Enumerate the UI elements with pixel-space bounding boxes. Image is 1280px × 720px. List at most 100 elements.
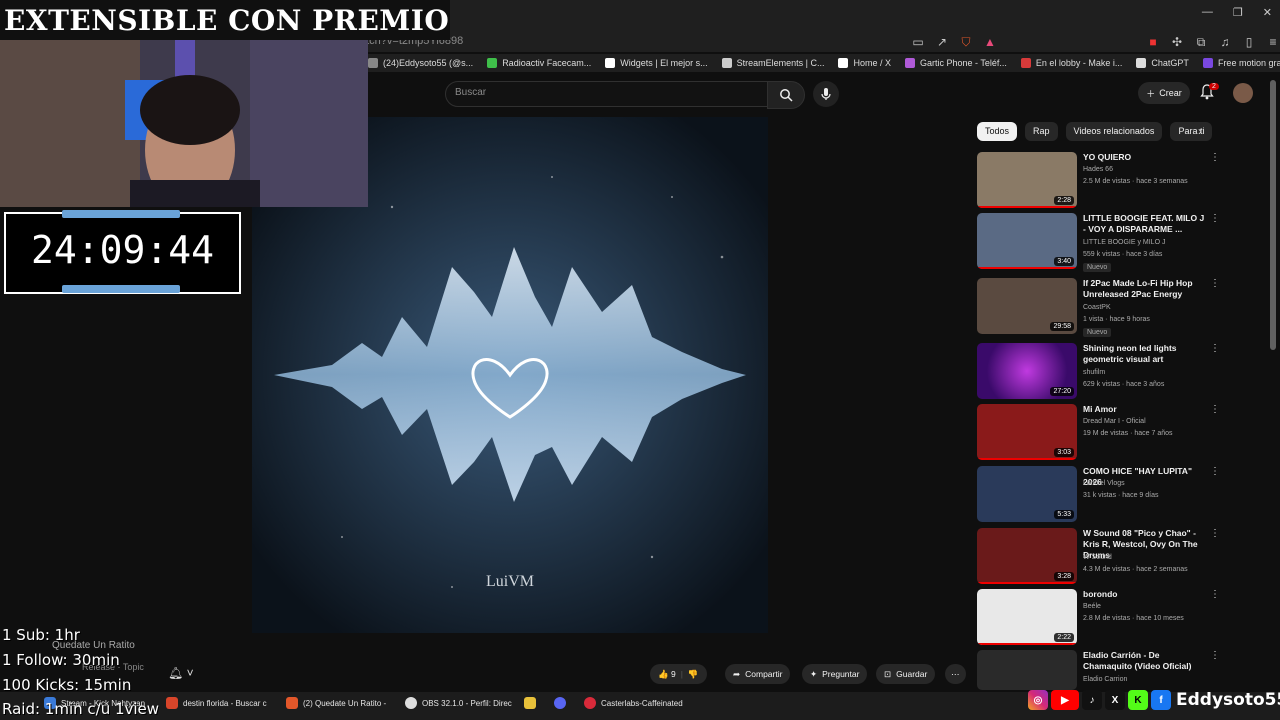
more-actions-button[interactable]: ⋯ — [945, 664, 966, 684]
menu-icon[interactable]: ≡ — [1265, 34, 1280, 50]
video-thumbnail[interactable]: 3:28 — [977, 528, 1077, 584]
chip-rap[interactable]: Rap — [1025, 122, 1058, 141]
notification-count-badge: 2 — [1209, 83, 1219, 90]
dislike-icon[interactable]: 👎 — [688, 669, 699, 680]
bookmark-save-icon: ⊡ — [884, 668, 892, 679]
recommendation-item[interactable]: 5:33 COMO HICE "HAY LUPITA" 2026 Lomiiel… — [977, 466, 1227, 524]
tab-search-icon[interactable]: ⧉ — [1193, 34, 1209, 50]
taskbar-item[interactable]: (2) Quedate Un Ratito - — [286, 697, 386, 709]
extension-icon[interactable]: ■ — [1145, 34, 1161, 50]
brave-shield-icon[interactable]: ⛉ — [958, 34, 974, 50]
channel-name[interactable]: Dread Mar I - Oficial — [1083, 418, 1146, 425]
recommendation-title[interactable]: YO QUIERO — [1083, 152, 1209, 163]
recommendation-item[interactable]: 2:28 YO QUIERO Hades 66 2.5 M de vistas … — [977, 152, 1227, 210]
chevron-right-icon[interactable]: › — [1198, 124, 1202, 138]
cast-icon[interactable]: ▭ — [910, 34, 926, 50]
channel-name[interactable]: W Sound — [1083, 554, 1112, 561]
channel-name[interactable]: CoastPK — [1083, 304, 1111, 311]
search-button[interactable] — [767, 81, 805, 109]
minimize-icon[interactable]: — — [1202, 6, 1213, 19]
video-thumbnail[interactable]: 2:28 — [977, 152, 1077, 208]
scrollbar[interactable] — [1270, 80, 1276, 350]
duration-badge: 5:33 — [1054, 510, 1074, 519]
channel-name[interactable]: Beéle — [1083, 603, 1101, 610]
more-options-icon[interactable]: ⋮ — [1210, 528, 1220, 539]
more-options-icon[interactable]: ⋮ — [1210, 278, 1220, 289]
recommendation-title[interactable]: Mi Amor — [1083, 404, 1209, 415]
video-thumbnail[interactable]: 3:40 — [977, 213, 1077, 269]
recommendation-item[interactable]: 29:58 If 2Pac Made Lo-Fi Hip Hop Unrelea… — [977, 278, 1227, 337]
more-options-icon[interactable]: ⋮ — [1210, 650, 1220, 661]
watch-progress — [977, 643, 1077, 645]
video-thumbnail[interactable]: 27:20 — [977, 343, 1077, 399]
taskbar-item[interactable]: OBS 32.1.0 - Perfil: Direc — [405, 697, 512, 709]
channel-name[interactable]: Eladio Carrion — [1083, 676, 1127, 683]
ask-button[interactable]: ✦ Preguntar — [802, 664, 868, 684]
share-button[interactable]: ➦ Compartir — [725, 664, 791, 684]
taskbar-item[interactable] — [524, 697, 536, 709]
subscribe-bell-icon[interactable]: 🔔︎ ˅ — [168, 666, 194, 680]
search-input[interactable] — [445, 81, 769, 107]
bookmark-item[interactable]: Home / X — [838, 58, 891, 68]
recommendation-title[interactable]: Eladio Carrión - De Chamaquito (Video Of… — [1083, 650, 1209, 672]
bookmark-item[interactable]: ChatGPT — [1136, 58, 1189, 68]
duration-badge: 29:58 — [1050, 322, 1074, 331]
video-thumbnail[interactable]: 5:33 — [977, 466, 1077, 522]
more-options-icon[interactable]: ⋮ — [1210, 152, 1220, 163]
recommendation-item[interactable]: Eladio Carrión - De Chamaquito (Video Of… — [977, 650, 1227, 690]
video-thumbnail[interactable] — [977, 650, 1077, 690]
chip-for-you[interactable]: Para ti — [1170, 122, 1213, 141]
recommendation-item[interactable]: 3:40 LITTLE BOOGIE FEAT. MILO J - VOY A … — [977, 213, 1227, 272]
channel-name[interactable]: shufilm — [1083, 369, 1105, 376]
bookmark-item[interactable]: En el lobby - Make i... — [1020, 58, 1122, 68]
video-thumbnail[interactable]: 29:58 — [977, 278, 1077, 334]
bookmark-item[interactable]: Free motion graphic... — [1202, 58, 1280, 68]
channel-name[interactable]: Lomiiel Vlogs — [1083, 480, 1125, 487]
channel-name[interactable]: Hades 66 — [1083, 166, 1113, 173]
bookmark-item[interactable]: Radioactiv Facecam... — [487, 58, 591, 68]
video-thumbnail[interactable]: 2:22 — [977, 589, 1077, 645]
chip-all[interactable]: Todos — [977, 122, 1018, 141]
recommendation-item[interactable]: 3:28 W Sound 08 "Pico y Chao" - Kris R, … — [977, 528, 1227, 586]
timer-accent-top — [62, 210, 180, 218]
facebook-icon: f — [1151, 690, 1171, 710]
more-options-icon[interactable]: ⋮ — [1210, 213, 1220, 224]
taskbar-item[interactable]: Casterlabs-Caffeinated — [584, 697, 683, 709]
restore-icon[interactable]: ❐ — [1233, 6, 1243, 19]
brave-rewards-icon[interactable]: ▲ — [982, 34, 998, 50]
more-options-icon[interactable]: ⋮ — [1210, 404, 1220, 415]
taskbar-item[interactable]: destin florida - Buscar c — [166, 697, 267, 709]
create-button[interactable]: ＋ Crear — [1138, 82, 1190, 104]
video-meta: 559 k vistas · hace 3 días — [1083, 251, 1163, 258]
more-options-icon[interactable]: ⋮ — [1210, 343, 1220, 354]
channel-name[interactable]: LITTLE BOOGIE y MILO J — [1083, 239, 1165, 246]
close-icon[interactable]: ✕ — [1263, 6, 1272, 19]
save-button[interactable]: ⊡ Guardar — [876, 664, 936, 684]
recommendation-item[interactable]: 2:22 borondo Beéle 2.8 M de vistas · hac… — [977, 589, 1227, 647]
recommendation-item[interactable]: 3:03 Mi Amor Dread Mar I - Oficial 19 M … — [977, 404, 1227, 462]
more-options-icon[interactable]: ⋮ — [1210, 589, 1220, 600]
sidebar-icon[interactable]: ▯ — [1241, 34, 1257, 50]
share-page-icon[interactable]: ↗ — [934, 34, 950, 50]
music-icon[interactable]: ♫ — [1217, 34, 1233, 50]
recommendation-title[interactable]: If 2Pac Made Lo-Fi Hip Hop Unreleased 2P… — [1083, 278, 1209, 300]
chip-related[interactable]: Videos relacionados — [1065, 122, 1163, 141]
recommendation-title[interactable]: LITTLE BOOGIE FEAT. MILO J - VOY A DISPA… — [1083, 213, 1209, 235]
like-button[interactable]: 👍 9 — [658, 669, 676, 680]
puzzle-icon[interactable]: ✣ — [1169, 34, 1185, 50]
bookmark-item[interactable]: StreamElements | C... — [721, 58, 824, 68]
like-dislike-group: 👍 9 | 👎 — [650, 664, 707, 684]
bookmark-item[interactable]: (24)Eddysoto55 (@s... — [368, 58, 473, 68]
video-thumbnail[interactable]: 3:03 — [977, 404, 1077, 460]
video-meta: 1 vista · hace 9 horas — [1083, 316, 1150, 323]
bookmark-item[interactable]: Gartic Phone - Teléf... — [904, 58, 1007, 68]
more-options-icon[interactable]: ⋮ — [1210, 466, 1220, 477]
voice-search-button[interactable] — [813, 81, 839, 107]
bookmark-item[interactable]: Widgets | El mejor s... — [605, 58, 708, 68]
recommendation-item[interactable]: 27:20 Shining neon led lights geometric … — [977, 343, 1227, 401]
recommendation-title[interactable]: borondo — [1083, 589, 1209, 600]
recommendation-title[interactable]: Shining neon led lights geometric visual… — [1083, 343, 1209, 365]
webcam-image — [0, 40, 368, 207]
taskbar-item[interactable] — [554, 697, 566, 709]
avatar[interactable] — [1233, 83, 1253, 103]
